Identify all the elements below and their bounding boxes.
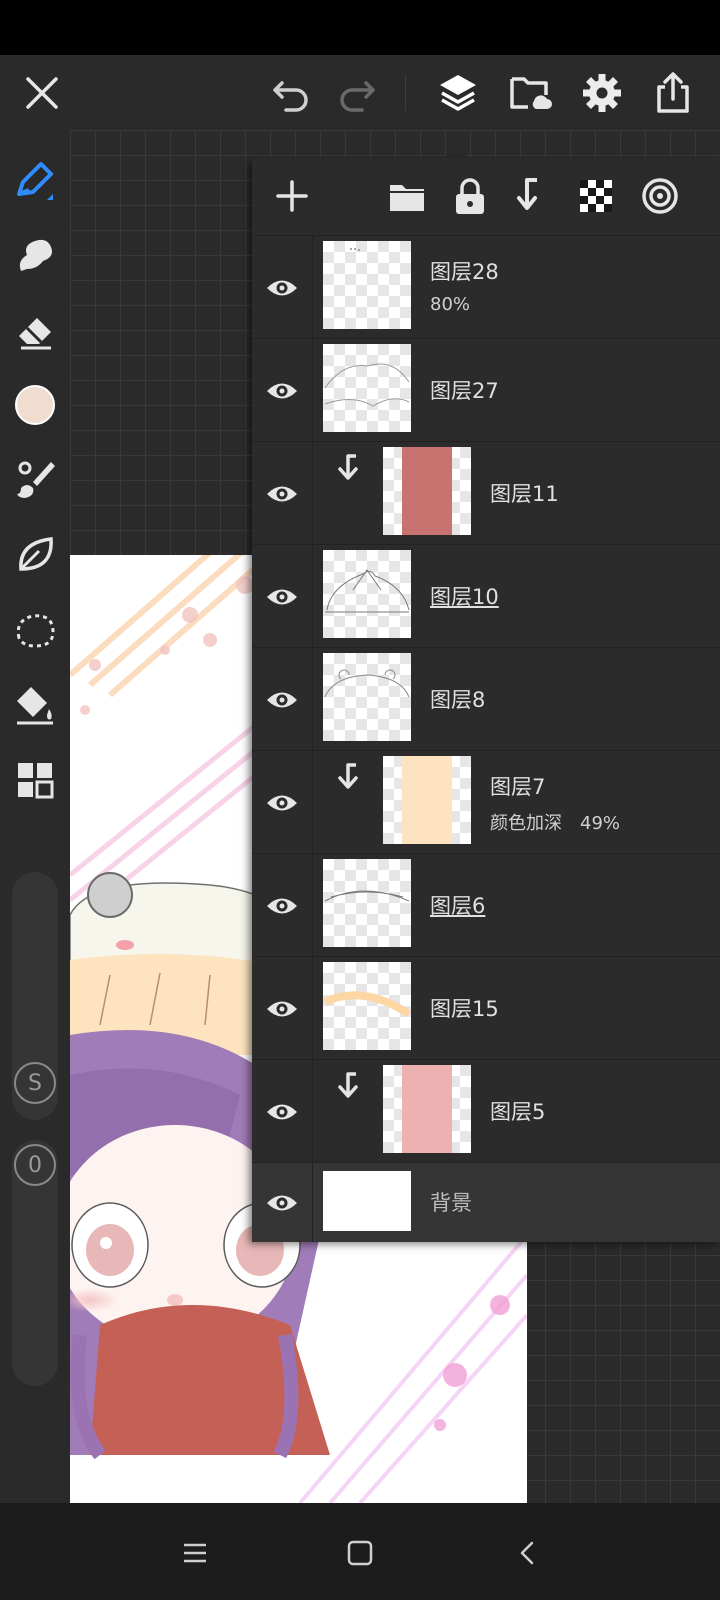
brush-size-slider[interactable]: S (12, 872, 58, 1120)
status-bar (0, 0, 720, 55)
layer-name: 图层5 (490, 1100, 546, 1124)
layer-row[interactable]: 图层27 (252, 338, 720, 442)
layer-row[interactable]: 图层11 (252, 441, 720, 545)
share-icon[interactable] (643, 63, 703, 123)
layer-thumbnail (323, 241, 411, 329)
eye-icon[interactable] (252, 442, 313, 545)
layer-blend-mode: 颜色加深 49% (490, 813, 621, 834)
size-label: S (28, 1070, 42, 1096)
layer-row[interactable]: 图层6 (252, 853, 720, 957)
layer-thumbnail (323, 962, 411, 1050)
more-tools-icon[interactable] (5, 750, 65, 810)
fill-tool-icon[interactable] (5, 675, 65, 735)
color-swatch[interactable] (5, 375, 65, 435)
eye-icon[interactable] (252, 1163, 313, 1242)
layer-name: 图层15 (430, 997, 499, 1021)
layer-opacity: 80% (430, 294, 471, 315)
layer-row[interactable]: 图层28 80% (252, 235, 720, 339)
eye-icon[interactable] (252, 957, 313, 1060)
layer-name: 图层10 (430, 585, 499, 609)
layer-row-selected[interactable]: 背景 (252, 1162, 720, 1242)
layers-icon[interactable] (428, 63, 488, 123)
eye-icon[interactable] (252, 751, 313, 854)
brush-library-icon[interactable] (5, 450, 65, 510)
top-toolbar (0, 55, 720, 130)
smudge-tool-icon[interactable] (5, 225, 65, 285)
folder-import-icon[interactable] (500, 63, 560, 123)
tool-sidebar: S 0 (0, 130, 70, 1503)
undo-icon[interactable] (262, 63, 322, 123)
layer-row[interactable]: 图层15 (252, 956, 720, 1060)
redo-icon[interactable] (326, 63, 386, 123)
system-nav-bar (0, 1503, 720, 1600)
eye-icon[interactable] (252, 854, 313, 957)
menu-icon[interactable] (165, 1523, 225, 1583)
layer-name: 图层8 (430, 688, 486, 712)
layer-name: 图层11 (490, 482, 559, 506)
layer-row[interactable]: 图层8 (252, 647, 720, 751)
eye-icon[interactable] (252, 236, 313, 339)
eye-icon[interactable] (252, 648, 313, 751)
layer-thumbnail (323, 344, 411, 432)
opacity-label: 0 (28, 1152, 42, 1178)
layer-thumbnail (383, 447, 471, 535)
opacity-knob[interactable]: 0 (14, 1144, 56, 1186)
layer-thumbnail (323, 550, 411, 638)
pen-tool-icon[interactable] (5, 150, 65, 210)
layer-thumbnail (383, 1065, 471, 1153)
layer-thumbnail (323, 1171, 411, 1231)
eye-icon[interactable] (252, 339, 313, 442)
clip-icon[interactable] (505, 168, 561, 224)
opacity-slider[interactable]: 0 (12, 1140, 58, 1386)
layer-name: 图层7 (490, 775, 546, 799)
eye-icon[interactable] (252, 1060, 313, 1163)
close-icon[interactable] (12, 63, 72, 123)
brush-size-knob[interactable]: S (14, 1062, 56, 1104)
home-icon[interactable] (330, 1523, 390, 1583)
layer-row[interactable]: 图层5 (252, 1059, 720, 1163)
folder-icon[interactable] (379, 168, 435, 224)
layers-panel: 图层28 80% 图层27 图层11 图层10 图层8 图层7 颜色加深 49%… (252, 158, 720, 1242)
layer-thumbnail (323, 859, 411, 947)
layer-name: 图层27 (430, 379, 499, 403)
alpha-lock-icon[interactable] (568, 168, 624, 224)
layers-toolbar (252, 158, 720, 235)
layer-thumbnail (383, 756, 471, 844)
toolbar-divider (405, 75, 406, 111)
leaf-tool-icon[interactable] (5, 525, 65, 585)
eraser-tool-icon[interactable] (5, 300, 65, 360)
eye-icon[interactable] (252, 545, 313, 648)
layer-row[interactable]: 图层7 颜色加深 49% (252, 750, 720, 854)
layer-name: 图层6 (430, 894, 486, 918)
layer-thumbnail (323, 653, 411, 741)
clipping-mask-icon (338, 454, 358, 480)
gear-icon[interactable] (572, 63, 632, 123)
blend-icon[interactable] (632, 168, 688, 224)
layer-row[interactable]: 图层10 (252, 544, 720, 648)
clipping-mask-icon (338, 763, 358, 789)
lock-icon[interactable] (442, 168, 498, 224)
back-icon[interactable] (498, 1523, 558, 1583)
add-layer-icon[interactable] (264, 168, 320, 224)
layer-name: 图层28 (430, 260, 499, 284)
clipping-mask-icon (338, 1072, 358, 1098)
selection-tool-icon[interactable] (5, 600, 65, 660)
layer-name: 背景 (430, 1191, 472, 1215)
